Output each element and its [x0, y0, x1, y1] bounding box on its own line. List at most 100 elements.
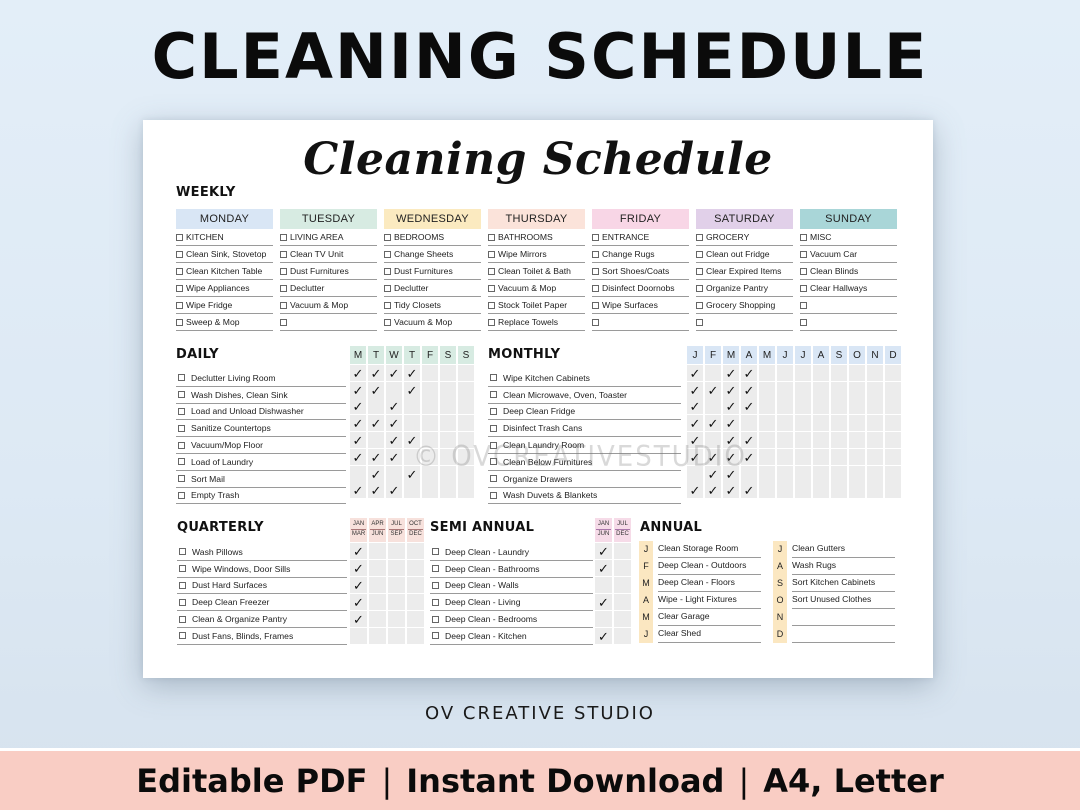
empty-cell[interactable]: [614, 543, 631, 559]
checked-cell[interactable]: ✓: [350, 364, 366, 381]
checkbox[interactable]: [280, 318, 287, 326]
checkbox[interactable]: [176, 250, 183, 258]
checked-cell[interactable]: ✓: [368, 482, 384, 499]
annual-task[interactable]: [792, 626, 895, 643]
empty-cell[interactable]: [759, 381, 775, 398]
checked-cell[interactable]: ✓: [687, 431, 703, 448]
annual-task[interactable]: Sort Kitchen Cabinets: [792, 575, 895, 592]
checkbox[interactable]: [280, 233, 287, 241]
empty-cell[interactable]: [831, 364, 847, 381]
empty-cell[interactable]: [777, 398, 793, 415]
empty-cell[interactable]: [813, 398, 829, 415]
empty-cell[interactable]: [687, 465, 703, 482]
checkbox[interactable]: [432, 632, 439, 640]
checkbox[interactable]: [488, 284, 495, 292]
empty-cell[interactable]: [388, 560, 405, 576]
checkbox[interactable]: [384, 284, 391, 292]
empty-cell[interactable]: [741, 415, 757, 432]
empty-cell[interactable]: [777, 448, 793, 465]
empty-cell[interactable]: [849, 364, 865, 381]
checked-cell[interactable]: ✓: [368, 465, 384, 482]
empty-cell[interactable]: [595, 611, 612, 627]
empty-cell[interactable]: [404, 415, 420, 432]
checked-cell[interactable]: ✓: [404, 465, 420, 482]
empty-cell[interactable]: [388, 628, 405, 644]
checkbox[interactable]: [592, 318, 599, 326]
empty-cell[interactable]: [885, 398, 901, 415]
empty-cell[interactable]: [759, 465, 775, 482]
empty-cell[interactable]: [849, 431, 865, 448]
empty-cell[interactable]: [440, 364, 456, 381]
annual-task[interactable]: Clear Shed: [658, 626, 761, 643]
empty-cell[interactable]: [614, 611, 631, 627]
empty-cell[interactable]: [422, 448, 438, 465]
annual-task[interactable]: Clean Storage Room: [658, 541, 761, 558]
checked-cell[interactable]: ✓: [723, 415, 739, 432]
checked-cell[interactable]: ✓: [723, 398, 739, 415]
checkbox[interactable]: [696, 233, 703, 241]
empty-cell[interactable]: [440, 465, 456, 482]
checkbox[interactable]: [176, 301, 183, 309]
empty-cell[interactable]: [867, 431, 883, 448]
checked-cell[interactable]: ✓: [386, 431, 402, 448]
checked-cell[interactable]: ✓: [350, 611, 367, 627]
checked-cell[interactable]: ✓: [705, 465, 721, 482]
empty-cell[interactable]: [458, 431, 474, 448]
empty-cell[interactable]: [813, 465, 829, 482]
checkbox[interactable]: [432, 565, 439, 573]
empty-cell[interactable]: [831, 415, 847, 432]
empty-cell[interactable]: [795, 364, 811, 381]
checked-cell[interactable]: ✓: [368, 381, 384, 398]
checked-cell[interactable]: ✓: [350, 594, 367, 610]
empty-cell[interactable]: [386, 465, 402, 482]
empty-cell[interactable]: [388, 594, 405, 610]
checkbox[interactable]: [592, 267, 599, 275]
empty-cell[interactable]: [885, 465, 901, 482]
empty-cell[interactable]: [458, 448, 474, 465]
empty-cell[interactable]: [614, 577, 631, 593]
checked-cell[interactable]: ✓: [687, 364, 703, 381]
empty-cell[interactable]: [759, 364, 775, 381]
empty-cell[interactable]: [705, 364, 721, 381]
checkbox[interactable]: [696, 284, 703, 292]
checkbox[interactable]: [490, 475, 497, 483]
annual-task[interactable]: Sort Unused Clothes: [792, 592, 895, 609]
empty-cell[interactable]: [759, 448, 775, 465]
checkbox[interactable]: [280, 267, 287, 275]
checkbox[interactable]: [384, 250, 391, 258]
checkbox[interactable]: [490, 491, 497, 499]
empty-cell[interactable]: [440, 431, 456, 448]
checkbox[interactable]: [179, 615, 186, 623]
checkbox[interactable]: [592, 250, 599, 258]
empty-cell[interactable]: [458, 398, 474, 415]
empty-cell[interactable]: [422, 381, 438, 398]
checked-cell[interactable]: ✓: [705, 482, 721, 499]
checked-cell[interactable]: ✓: [723, 364, 739, 381]
checked-cell[interactable]: ✓: [404, 381, 420, 398]
empty-cell[interactable]: [407, 577, 424, 593]
empty-cell[interactable]: [885, 381, 901, 398]
annual-task[interactable]: Clean Gutters: [792, 541, 895, 558]
checkbox[interactable]: [592, 233, 599, 241]
empty-cell[interactable]: [831, 381, 847, 398]
checked-cell[interactable]: ✓: [741, 482, 757, 499]
empty-cell[interactable]: [867, 381, 883, 398]
empty-cell[interactable]: [777, 482, 793, 499]
checked-cell[interactable]: ✓: [723, 448, 739, 465]
checkbox[interactable]: [696, 267, 703, 275]
checkbox[interactable]: [488, 250, 495, 258]
empty-cell[interactable]: [369, 628, 386, 644]
empty-cell[interactable]: [422, 415, 438, 432]
checked-cell[interactable]: ✓: [386, 482, 402, 499]
checked-cell[interactable]: ✓: [741, 381, 757, 398]
empty-cell[interactable]: [422, 482, 438, 499]
checkbox[interactable]: [178, 407, 185, 415]
checkbox[interactable]: [592, 284, 599, 292]
empty-cell[interactable]: [705, 431, 721, 448]
checkbox[interactable]: [280, 284, 287, 292]
empty-cell[interactable]: [795, 431, 811, 448]
checkbox[interactable]: [178, 391, 185, 399]
annual-task[interactable]: [792, 609, 895, 626]
empty-cell[interactable]: [350, 465, 366, 482]
checked-cell[interactable]: ✓: [741, 398, 757, 415]
